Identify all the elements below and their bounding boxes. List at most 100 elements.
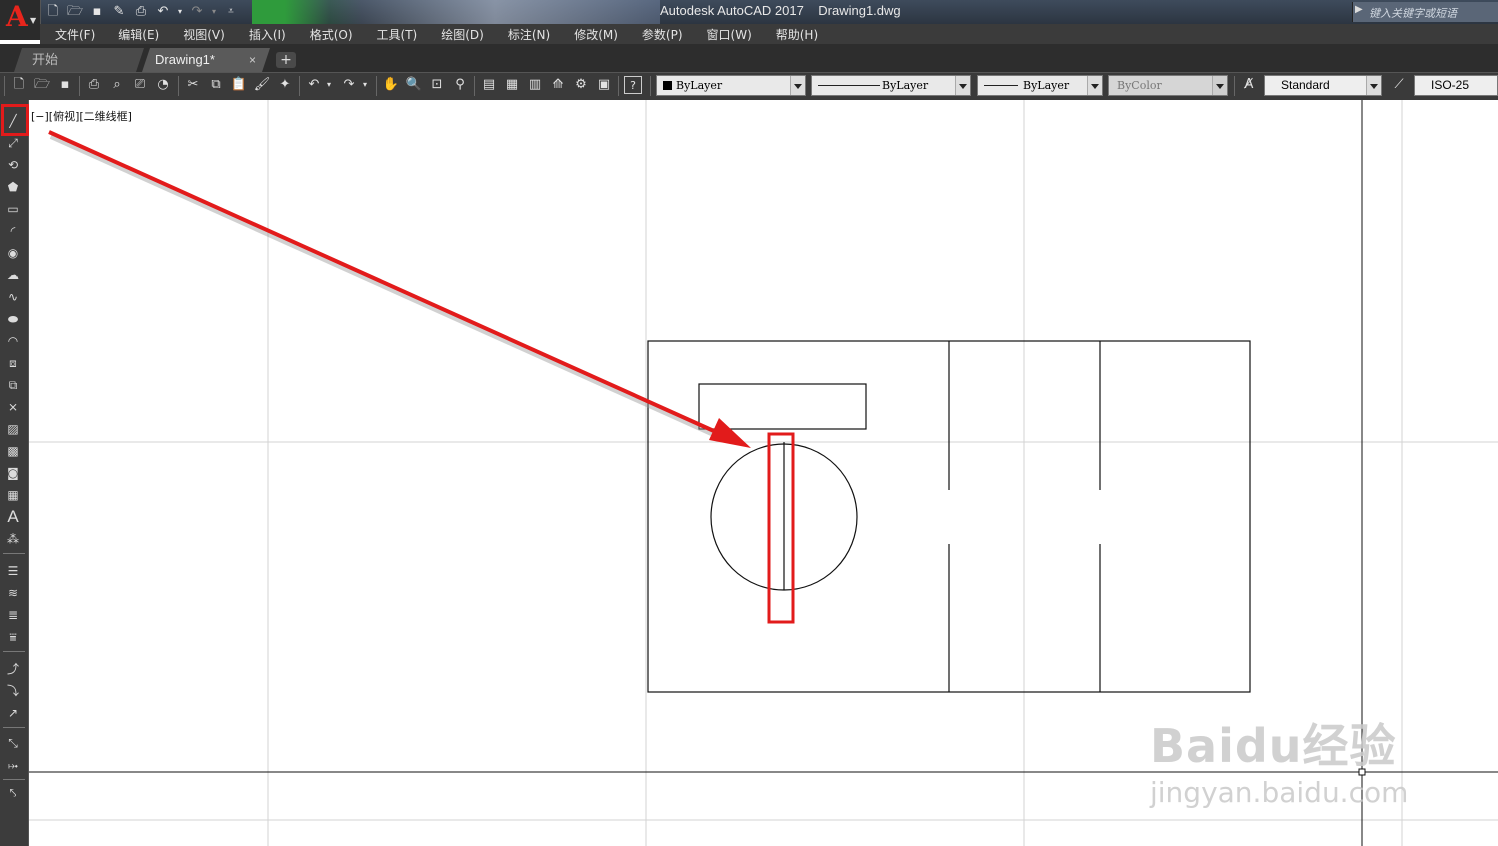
- search-input[interactable]: ▶ 键入关键字或短语: [1352, 2, 1498, 22]
- revision-cloud-icon[interactable]: ☁: [4, 266, 22, 284]
- constraint-fix-icon[interactable]: ⤠: [4, 756, 22, 774]
- redo-dropdown-icon[interactable]: ▾: [210, 3, 218, 21]
- menu-modify[interactable]: 修改(M): [574, 24, 618, 44]
- customize-qat-icon[interactable]: ⩡: [222, 3, 240, 21]
- publish-icon[interactable]: ⎚: [131, 76, 149, 94]
- layer-previous-icon[interactable]: ≋: [4, 584, 22, 602]
- linetype-control-select[interactable]: ByLayer: [811, 75, 971, 96]
- point-icon[interactable]: ⨯: [4, 398, 22, 416]
- spline-icon[interactable]: ∿: [4, 288, 22, 306]
- plot-preview-icon[interactable]: ⌕: [108, 76, 126, 94]
- quickcalc-icon[interactable]: ▣: [595, 76, 613, 94]
- menu-dimension[interactable]: 标注(N): [508, 24, 550, 44]
- gradient-icon[interactable]: ▩: [4, 442, 22, 460]
- undo-dropdown-icon[interactable]: ▾: [176, 3, 184, 21]
- hatch-icon[interactable]: ▨: [4, 420, 22, 438]
- new-file-icon[interactable]: 🗋: [10, 76, 28, 94]
- undo-dropdown-icon[interactable]: ▾: [324, 76, 334, 94]
- chevron-down-icon[interactable]: [1087, 76, 1102, 95]
- 3d-print-icon[interactable]: ◔: [154, 76, 172, 94]
- properties-icon[interactable]: ▤: [480, 76, 498, 94]
- menu-window[interactable]: 窗口(W): [707, 24, 752, 44]
- tab-drawing1[interactable]: Drawing1* ×: [142, 48, 270, 72]
- undo-icon[interactable]: ↶: [154, 3, 172, 21]
- open-folder-icon[interactable]: 🗁: [33, 76, 51, 94]
- multiline-text-icon[interactable]: A: [4, 508, 22, 526]
- undo-icon[interactable]: ↶: [305, 76, 323, 94]
- chevron-down-icon[interactable]: [1366, 76, 1381, 95]
- block-editor-icon[interactable]: ✦: [276, 76, 294, 94]
- tool-palettes-icon[interactable]: ▥: [526, 76, 544, 94]
- zoom-previous-icon[interactable]: ⚲: [451, 76, 469, 94]
- constraint-collinear-icon[interactable]: ⤵: [4, 682, 22, 700]
- save-icon[interactable]: ▪: [56, 76, 74, 94]
- match-properties-icon[interactable]: 🖌: [253, 76, 271, 94]
- layer-walk-icon[interactable]: ⩸: [4, 628, 22, 646]
- construction-line-icon[interactable]: ⤢: [4, 134, 22, 152]
- help-icon[interactable]: ?: [624, 76, 642, 94]
- new-file-icon[interactable]: 🗋: [44, 3, 62, 21]
- close-icon[interactable]: ×: [249, 48, 256, 72]
- menu-view[interactable]: 视图(V): [183, 24, 225, 44]
- constraint-symmetric-icon[interactable]: ⤡: [4, 734, 22, 752]
- viewport-controls[interactable]: [−][俯视][二维线框]: [31, 108, 132, 124]
- add-selected-icon[interactable]: ⁂: [4, 530, 22, 548]
- circle-icon[interactable]: ◉: [4, 244, 22, 262]
- autocad-logo-icon: A: [6, 0, 28, 33]
- menu-insert[interactable]: 插入(I): [249, 24, 286, 44]
- chevron-down-icon[interactable]: [790, 76, 805, 95]
- lineweight-control-select[interactable]: ByLayer: [977, 75, 1103, 96]
- insert-block-icon[interactable]: ⧈: [4, 354, 22, 372]
- redo-icon[interactable]: ↷: [340, 76, 358, 94]
- plotstyle-control-select[interactable]: ByColor: [1108, 75, 1228, 96]
- dimension-style-select[interactable]: ISO-25: [1414, 75, 1498, 96]
- dimension-style-icon[interactable]: ⟋: [1390, 76, 1408, 94]
- sheet-set-icon[interactable]: ⟰: [549, 76, 567, 94]
- table-icon[interactable]: ▦: [4, 486, 22, 504]
- ellipse-icon[interactable]: ⬬: [4, 310, 22, 328]
- constraint-smooth-icon[interactable]: ⤣: [4, 784, 22, 802]
- application-menu-button[interactable]: A ▼: [0, 0, 41, 40]
- save-icon[interactable]: ▪: [88, 3, 106, 21]
- save-as-icon[interactable]: ✎: [110, 3, 128, 21]
- polyline-icon[interactable]: ⟲: [4, 156, 22, 174]
- cut-icon[interactable]: ✂: [184, 76, 202, 94]
- pan-icon[interactable]: ✋: [382, 76, 400, 94]
- layer-properties-icon[interactable]: ☰: [4, 562, 22, 580]
- menu-draw[interactable]: 绘图(D): [441, 24, 484, 44]
- menu-file[interactable]: 文件(F): [55, 24, 95, 44]
- zoom-window-icon[interactable]: ⊡: [428, 76, 446, 94]
- redo-icon[interactable]: ↷: [188, 3, 206, 21]
- arc-icon[interactable]: ◜: [4, 222, 22, 240]
- plot-icon[interactable]: ⎙: [85, 76, 103, 94]
- copy-icon[interactable]: ⧉: [207, 76, 225, 94]
- tab-start[interactable]: 开始: [14, 48, 144, 72]
- menu-parametric[interactable]: 参数(P): [642, 24, 683, 44]
- ellipse-arc-icon[interactable]: ◠: [4, 332, 22, 350]
- menu-tools[interactable]: 工具(T): [377, 24, 418, 44]
- constraint-coincident-icon[interactable]: ⤴: [4, 660, 22, 678]
- paste-icon[interactable]: 📋: [230, 76, 248, 94]
- zoom-realtime-icon[interactable]: 🔍: [405, 76, 423, 94]
- constraint-tangent-icon[interactable]: ↗: [4, 704, 22, 722]
- layer-isolate-icon[interactable]: ≣: [4, 606, 22, 624]
- menu-format[interactable]: 格式(O): [310, 24, 353, 44]
- color-control-select[interactable]: ByLayer: [656, 75, 806, 96]
- redo-dropdown-icon[interactable]: ▾: [360, 76, 370, 94]
- polygon-icon[interactable]: ⬟: [4, 178, 22, 196]
- open-folder-icon[interactable]: 🗁: [66, 3, 84, 21]
- design-center-icon[interactable]: ▦: [503, 76, 521, 94]
- text-style-icon[interactable]: A̸: [1240, 76, 1258, 94]
- chevron-down-icon[interactable]: [955, 76, 970, 95]
- make-block-icon[interactable]: ⧉: [4, 376, 22, 394]
- markup-icon[interactable]: ⚙: [572, 76, 590, 94]
- menu-help[interactable]: 帮助(H): [776, 24, 818, 44]
- region-icon[interactable]: ◙: [4, 464, 22, 482]
- toolbar-grip[interactable]: [4, 76, 5, 96]
- chevron-down-icon[interactable]: [1212, 76, 1227, 95]
- print-icon[interactable]: ⎙: [132, 3, 150, 21]
- text-style-select[interactable]: Standard: [1264, 75, 1382, 96]
- rectangle-icon[interactable]: ▭: [4, 200, 22, 218]
- new-tab-button[interactable]: +: [276, 52, 296, 68]
- menu-edit[interactable]: 编辑(E): [118, 24, 159, 44]
